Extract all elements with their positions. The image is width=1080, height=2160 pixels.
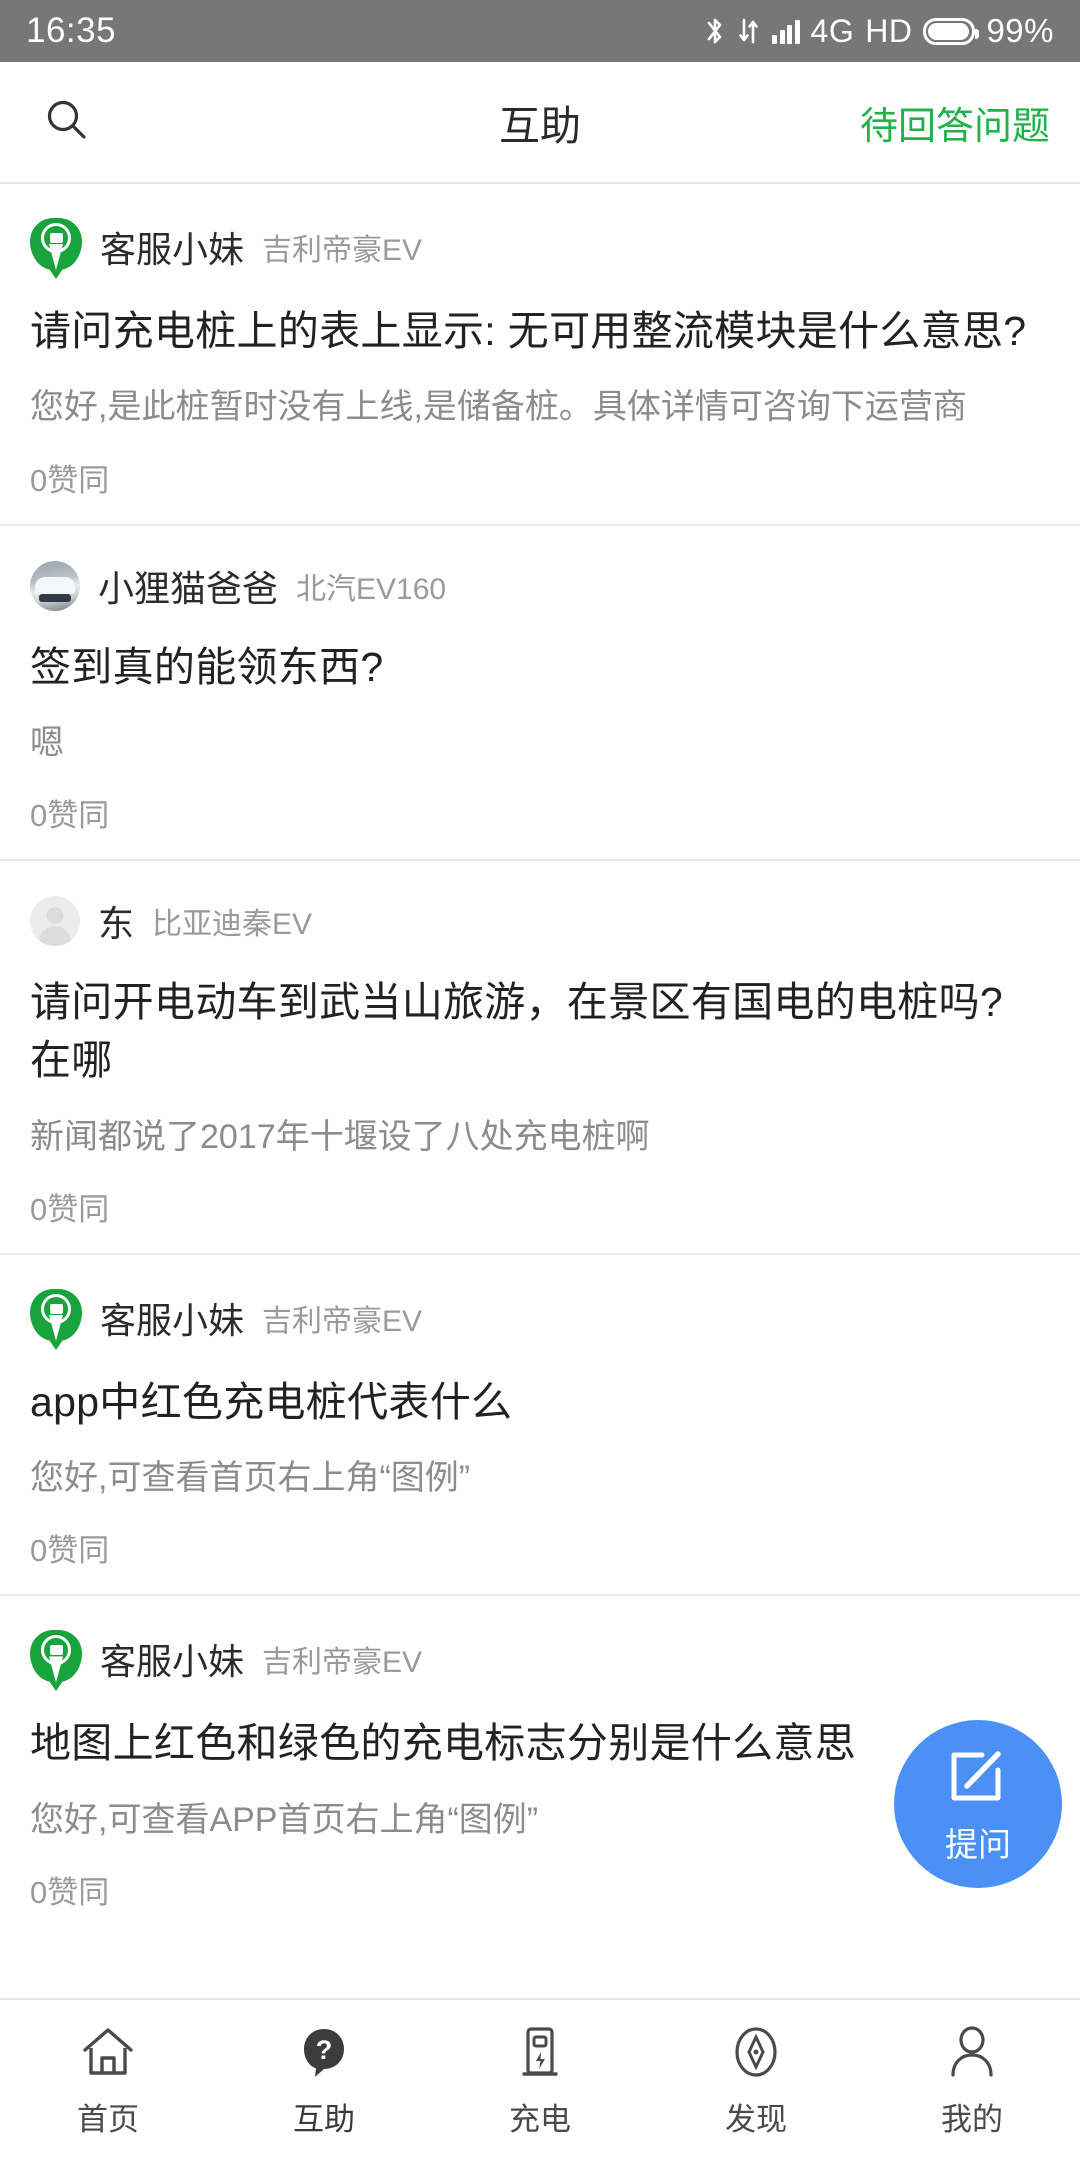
user-name: 客服小妹 [100,1299,245,1341]
avatar-person-placeholder-icon [30,896,80,947]
search-button[interactable] [30,85,104,159]
user-name: 小狸猫爸爸 [98,567,279,609]
answer-preview: 新闻都说了2017年十堰设了八处充电桩啊 [30,1117,650,1156]
answer-preview: 您好,是此桩暂时没有上线,是储备桩。具体详情可咨询下运营商 [30,388,967,427]
bottom-navigation: 首页 ? 互助 充电 发现 我的 [0,1998,1080,2160]
question-title: app中红色充电桩代表什么 [30,1378,513,1425]
avatar-green-pin-icon [30,1630,82,1688]
user-car-model: 吉利帝豪EV [262,1304,423,1338]
charging-station-icon [511,2021,569,2083]
network-type-label: 4G [810,12,855,49]
vote-count: 0赞同 [30,1874,110,1910]
card-user-row[interactable]: 东 比亚迪秦EV [30,895,1050,947]
question-feed: 客服小妹 吉利帝豪EV 请问充电桩上的表上显示: 无可用整流模块是什么意思? 您… [0,184,1080,1936]
user-name: 客服小妹 [100,229,245,270]
bluetooth-icon [704,16,726,46]
status-bar-clock: 16:35 [26,11,117,50]
nav-item-discover[interactable]: 发现 [648,2021,864,2139]
compass-icon [727,2021,785,2083]
nav-item-mutual-help[interactable]: ? 互助 [216,2021,432,2139]
fab-label: 提问 [945,1825,1011,1863]
compose-icon [945,1743,1011,1814]
person-icon [943,2021,1001,2083]
nav-label-discover: 发现 [725,2102,787,2137]
user-car-model: 北汽EV160 [296,572,447,606]
answer-preview: 您好,可查看首页右上角“图例” [30,1459,471,1498]
ask-question-fab[interactable]: 提问 [894,1720,1062,1888]
vote-count: 0赞同 [30,1533,110,1569]
battery-percent-label: 99% [986,12,1054,49]
app-header: 互助 待回答问题 [0,62,1080,184]
battery-icon [923,17,980,45]
avatar-green-pin-icon [30,218,82,276]
svg-text:?: ? [316,2035,333,2065]
vote-count: 0赞同 [30,462,110,498]
vote-count: 0赞同 [30,1191,110,1227]
user-name: 东 [98,903,135,945]
user-name: 客服小妹 [100,1641,245,1683]
nav-label-profile: 我的 [941,2102,1003,2137]
user-car-model: 比亚迪秦EV [152,908,313,942]
vote-count: 0赞同 [30,798,110,834]
signal-bars-icon [772,18,800,44]
card-user-row[interactable]: 客服小妹 吉利帝豪EV [30,1630,1050,1688]
search-icon [42,95,92,150]
question-card[interactable]: 客服小妹 吉利帝豪EV app中红色充电桩代表什么 您好,可查看首页右上角“图例… [0,1255,1080,1597]
pending-questions-link[interactable]: 待回答问题 [860,95,1050,150]
nav-item-profile[interactable]: 我的 [864,2021,1080,2139]
question-card[interactable]: 小狸猫爸爸 北汽EV160 签到真的能领东西? 嗯 0赞同 [0,526,1080,862]
nav-item-charging[interactable]: 充电 [432,2021,648,2139]
question-card[interactable]: 东 比亚迪秦EV 请问开电动车到武当山旅游，在景区有国电的电桩吗? 在哪 新闻都… [0,861,1080,1255]
question-card[interactable]: 客服小妹 吉利帝豪EV 请问充电桩上的表上显示: 无可用整流模块是什么意思? 您… [0,184,1080,526]
card-user-row[interactable]: 小狸猫爸爸 北汽EV160 [30,560,1050,612]
user-car-model: 吉利帝豪EV [262,234,423,267]
nav-label-charging: 充电 [509,2102,571,2137]
question-title: 签到真的能领东西? [30,643,384,690]
card-user-row[interactable]: 客服小妹 吉利帝豪EV [30,1288,1050,1347]
nav-item-home[interactable]: 首页 [0,2021,216,2139]
hd-label: HD [865,12,913,49]
nav-label-home: 首页 [77,2102,139,2137]
home-icon [79,2021,137,2083]
answer-preview: 嗯 [30,723,64,762]
avatar-green-pin-icon [30,1288,82,1347]
user-car-model: 吉利帝豪EV [262,1646,423,1680]
card-user-row[interactable]: 客服小妹 吉利帝豪EV [30,218,1050,276]
question-title: 地图上红色和绿色的充电标志分别是什么意思 [30,1720,856,1767]
question-title: 请问充电桩上的表上显示: 无可用整流模块是什么意思? [30,308,1027,354]
data-transfer-icon [737,16,761,46]
status-bar: 16:35 4G HD 99% [0,0,1080,62]
question-title: 请问开电动车到武当山旅游，在景区有国电的电桩吗? 在哪 [30,979,1003,1084]
avatar-car-photo [30,560,80,611]
nav-label-mutual-help: 互助 [293,2102,355,2137]
question-bubble-icon: ? [295,2021,353,2083]
